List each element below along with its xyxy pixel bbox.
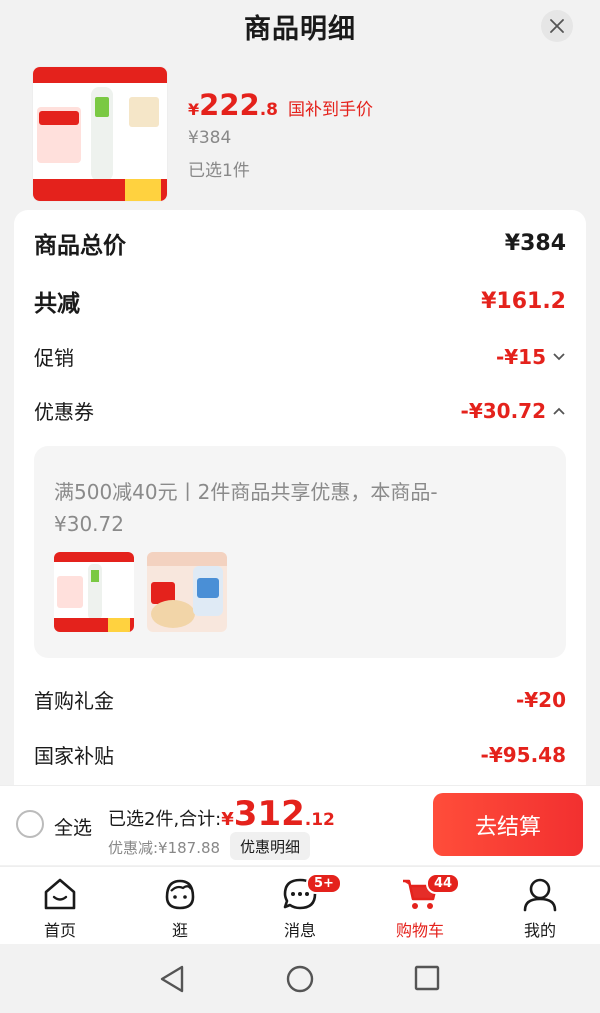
home-circle-icon [286,965,314,993]
chevron-up-icon [552,406,566,416]
back-triangle-icon [160,965,184,993]
discount-detail-button[interactable]: 优惠明细 [230,832,311,860]
tab-messages[interactable]: 5+ 消息 [260,873,342,941]
sheet-header: 商品明细 [0,0,600,52]
tab-browse[interactable]: 逛 [140,875,220,941]
product-image[interactable] [32,66,168,202]
select-all-checkbox[interactable] [16,810,44,838]
coupon-product-thumb-2[interactable] [147,552,227,632]
coupon-detail-box: 满500减40元丨2件商品共享优惠，本商品-¥30.72 [34,446,566,658]
total-decimal: .12 [304,810,335,830]
subsidy-value: -¥95.48 [480,742,566,767]
tab-cart[interactable]: 44 购物车 [380,873,461,941]
row-promotion[interactable]: 促销 -¥15 [34,342,566,371]
page-title: 商品明细 [244,13,356,45]
promotion-value-wrap: -¥15 [496,345,566,369]
system-recents-button[interactable] [413,964,441,996]
reduction-value: ¥161.2 [481,288,566,314]
promotion-label: 促销 [34,346,74,370]
coupon-product-thumb-1[interactable] [54,552,134,632]
original-price: ¥384 [188,128,232,148]
total-integer: 312 [233,794,305,834]
row-total-reduction: 共减 ¥161.2 [34,284,566,318]
coupon-description: 满500减40元丨2件商品共享优惠，本商品-¥30.72 [54,480,438,536]
subsidy-price: ¥ 222 .8 国补到手价 [188,88,373,122]
bottom-tab-bar: 首页 逛 5+ 消息 44 购物车 我的 [0,866,600,944]
row-coupon[interactable]: 优惠券 -¥30.72 [34,396,566,425]
first-gift-label: 首购礼金 [34,689,114,713]
tab-browse-label: 逛 [171,921,188,940]
messages-badge: 5+ [306,873,342,894]
checkout-bar: 全选 已选2件,合计: ¥ 312 .12 优惠减:¥187.88 优惠明细 去… [0,785,600,865]
close-button[interactable] [541,10,573,42]
tab-profile[interactable]: 我的 [500,875,580,941]
tab-profile-label: 我的 [523,921,556,940]
checkout-button[interactable]: 去结算 [433,793,583,856]
total-prefix: 已选2件,合计: [108,809,222,830]
first-gift-value: -¥20 [515,687,566,712]
price-tag: 国补到手价 [287,100,373,120]
selected-count: 已选1件 [188,161,250,181]
product-summary: ¥ 222 .8 国补到手价 ¥384 已选1件 [32,66,572,202]
close-icon [550,19,564,33]
coupon-value: -¥30.72 [460,398,546,423]
coupon-value-wrap: -¥30.72 [461,399,566,423]
recents-square-icon [414,965,440,991]
system-navigation-bar [0,944,600,1013]
cart-badge: 44 [426,873,461,894]
price-area: ¥ 222 .8 国补到手价 ¥384 已选1件 [188,88,373,181]
chevron-down-icon [552,352,566,362]
tab-home[interactable]: 首页 [20,875,100,941]
tab-cart-label: 购物车 [395,921,444,940]
system-back-button[interactable] [158,964,186,998]
reduction-label: 共减 [34,291,80,317]
tab-messages-label: 消息 [283,921,316,940]
tab-home-label: 首页 [43,921,76,940]
total-price-value: ¥384 [504,230,566,256]
price-details-card: 商品总价 ¥384 共减 ¥161.2 促销 -¥15 优惠券 -¥30.72 [14,210,586,785]
price-integer: 222 [199,88,260,122]
total-price-label: 商品总价 [34,233,126,259]
home-icon [44,878,76,910]
detail-sheet: 商品明细 ¥ 222 .8 国补到手价 ¥384 已选1件 商品总价 ¥384 … [0,0,600,785]
row-national-subsidy: 国家补贴 -¥95.48 [34,740,566,769]
system-home-button[interactable] [285,964,315,998]
promotion-value: -¥15 [495,344,546,369]
row-first-purchase-gift: 首购礼金 -¥20 [34,685,566,714]
select-all-label[interactable]: 全选 [54,813,92,840]
coupon-label: 优惠券 [34,400,94,424]
price-symbol: ¥ [188,100,200,119]
row-total-price: 商品总价 ¥384 [34,226,566,260]
profile-icon [523,878,557,912]
total-line: 已选2件,合计: ¥ 312 .12 [108,794,335,834]
subsidy-label: 国家补贴 [34,744,114,768]
browse-icon [165,879,195,910]
discount-amount: 优惠减:¥187.88 [108,839,221,857]
price-decimal: .8 [259,100,278,120]
total-symbol: ¥ [221,809,234,830]
